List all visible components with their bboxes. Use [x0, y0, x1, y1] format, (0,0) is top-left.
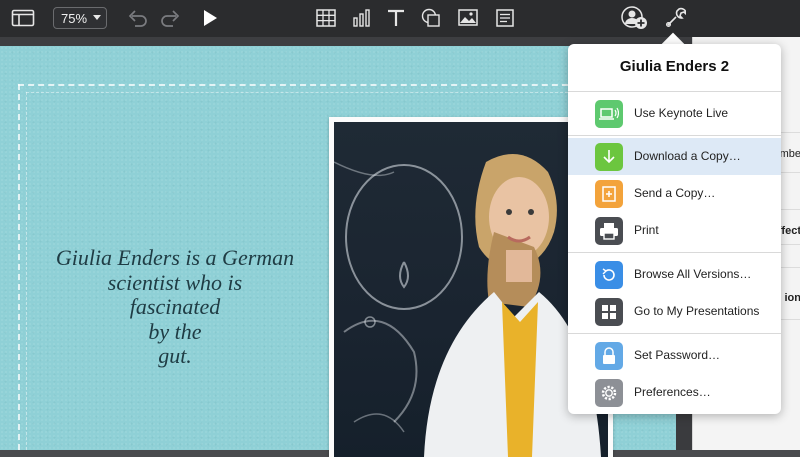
menu-item-preferences[interactable]: Preferences…: [568, 374, 781, 411]
menu-item-label: Browse All Versions…: [634, 267, 751, 281]
popover-title: Giulia Enders 2: [568, 58, 781, 75]
table-icon[interactable]: [313, 6, 339, 30]
zoom-value: 75%: [61, 11, 87, 26]
menu-item-label: Print: [634, 223, 659, 237]
versions-icon: [595, 261, 623, 289]
inspector-label: ffect: [778, 225, 800, 237]
print-icon: [595, 217, 623, 245]
menu-item-label: Download a Copy…: [634, 149, 741, 163]
shape-icon[interactable]: [418, 6, 444, 30]
undo-icon[interactable]: [124, 6, 150, 30]
slide-text-line: Giulia Enders is a German: [40, 246, 310, 271]
download-icon: [595, 143, 623, 171]
stitch-border-left: [18, 84, 20, 450]
slide-text-line: by the: [40, 320, 310, 345]
media-icon[interactable]: [455, 6, 481, 30]
tools-icon[interactable]: [662, 6, 688, 30]
inspector-label: mbe: [780, 148, 800, 160]
popover-divider: [568, 252, 781, 253]
menu-item-send-copy[interactable]: Send a Copy…: [568, 175, 781, 212]
menu-item-my-presentations[interactable]: Go to My Presentations: [568, 293, 781, 330]
menu-item-label: Set Password…: [634, 348, 720, 362]
menu-item-print[interactable]: Print: [568, 212, 781, 249]
stitch-border-top-inner: [26, 92, 578, 93]
gear-icon: [595, 379, 623, 407]
sidebar-icon[interactable]: [10, 6, 36, 30]
zoom-select[interactable]: 75%: [53, 7, 107, 29]
slide-text-line: gut.: [40, 344, 310, 369]
menu-item-download-copy[interactable]: Download a Copy…: [568, 138, 781, 175]
menu-item-set-password[interactable]: Set Password…: [568, 337, 781, 374]
menu-item-label: Use Keynote Live: [634, 106, 728, 120]
redo-icon[interactable]: [158, 6, 184, 30]
comment-icon[interactable]: [492, 6, 518, 30]
slide-text-box[interactable]: Giulia Enders is a German scientist who …: [40, 246, 310, 369]
stitch-border-left-inner: [26, 92, 27, 450]
keynote-live-icon: [595, 100, 623, 128]
chart-icon[interactable]: [349, 6, 375, 30]
popover-divider: [568, 333, 781, 334]
slide-text-line: scientist who is: [40, 271, 310, 296]
menu-item-keynote-live[interactable]: Use Keynote Live: [568, 95, 781, 132]
send-copy-icon: [595, 180, 623, 208]
menu-item-browse-versions[interactable]: Browse All Versions…: [568, 256, 781, 293]
stitch-border-top: [18, 84, 578, 86]
tools-popover: Giulia Enders 2 Use Keynote Live Downloa…: [568, 44, 781, 414]
popover-divider: [568, 135, 781, 136]
slide-text-line: fascinated: [40, 295, 310, 320]
presentations-icon: [595, 298, 623, 326]
toolbar: 75%: [0, 0, 800, 37]
portrait-photo: [334, 122, 608, 457]
chevron-down-icon: [93, 15, 101, 20]
lock-icon: [595, 342, 623, 370]
menu-item-label: Preferences…: [634, 385, 711, 399]
collaborate-icon[interactable]: [620, 6, 650, 30]
play-icon[interactable]: [197, 6, 223, 30]
menu-item-label: Send a Copy…: [634, 186, 715, 200]
inspector-label: ion: [785, 292, 800, 304]
menu-item-label: Go to My Presentations: [634, 304, 759, 318]
popover-divider: [568, 91, 781, 92]
text-icon[interactable]: [383, 6, 409, 30]
